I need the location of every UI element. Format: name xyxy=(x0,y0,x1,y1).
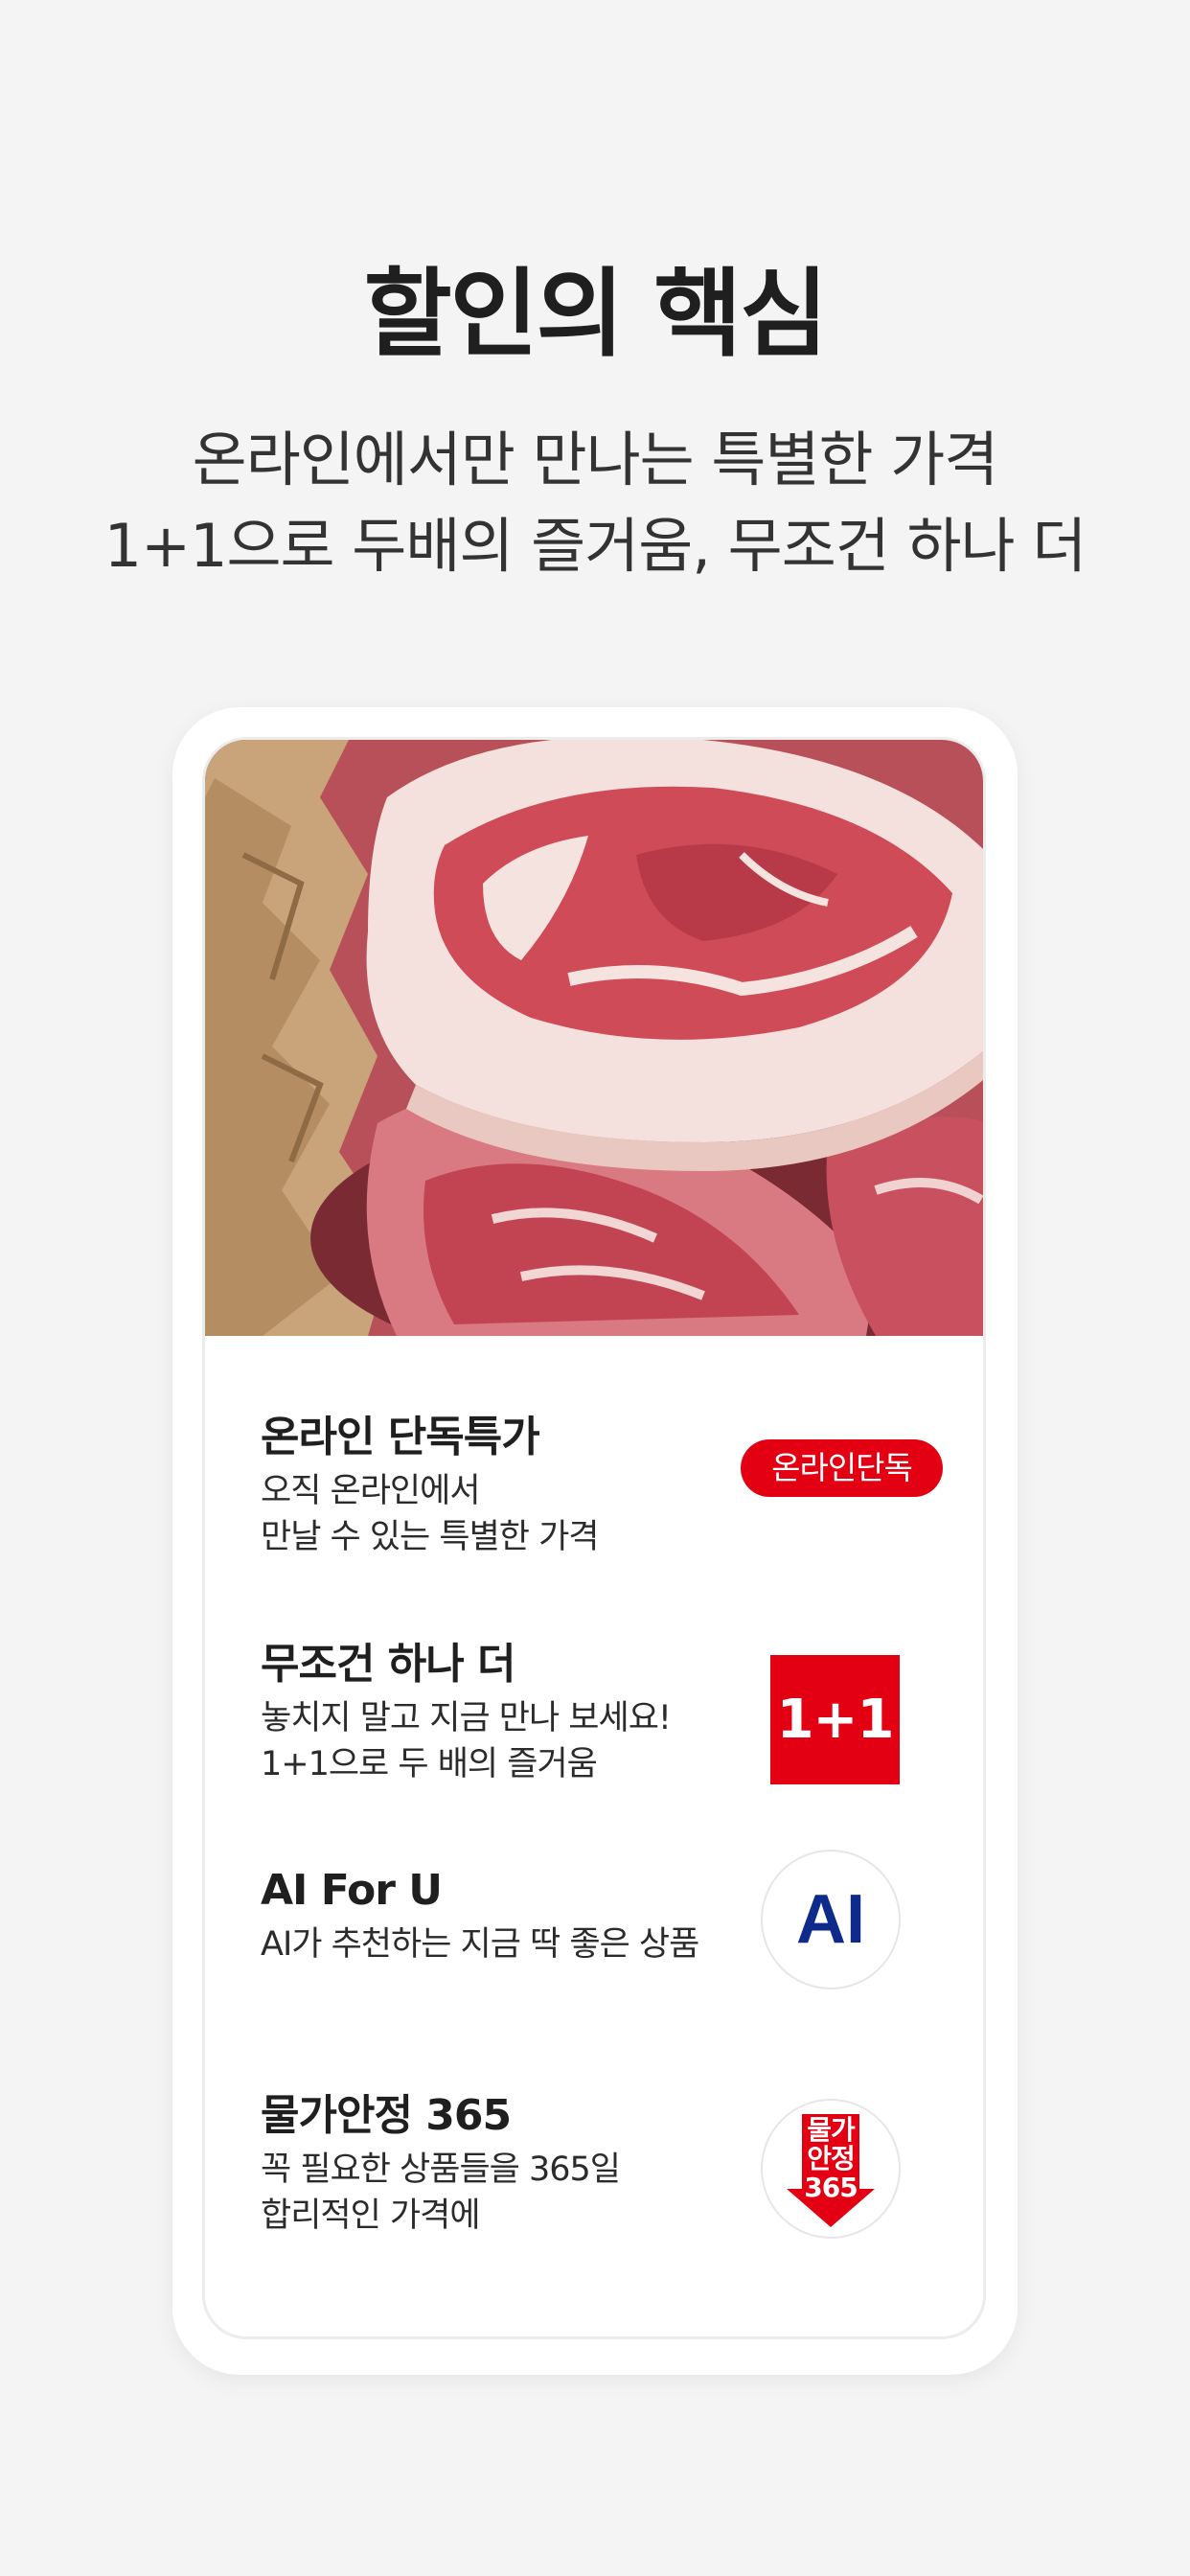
page-headline: 할인의 핵심 xyxy=(363,258,829,370)
badge-line-3: 365 xyxy=(804,2172,858,2203)
badge-line-2: 안정 xyxy=(807,2143,856,2174)
badge-line-1: 물가 xyxy=(807,2114,856,2146)
one-plus-one-badge: 1+1 xyxy=(770,1655,900,1784)
price-stability-arrow-icon: 물가 안정 365 xyxy=(761,2099,901,2239)
hero-meat-image xyxy=(205,740,983,1336)
feature-desc-line-2: 만날 수 있는 특별한 가격 xyxy=(261,1518,600,1556)
phone-mockup: 온라인 단독특가 오직 온라인에서 만날 수 있는 특별한 가격 온라인단독 무… xyxy=(172,707,1018,2375)
phone-screen: 온라인 단독특가 오직 온라인에서 만날 수 있는 특별한 가격 온라인단독 무… xyxy=(202,737,986,2339)
ai-badge-icon: AI xyxy=(761,1850,901,1990)
subheadline-line-1: 온라인에서만 만나는 특별한 가격 xyxy=(192,425,999,494)
subheadline-line-2: 1+1으로 두배의 즐거움, 무조건 하나 더 xyxy=(103,511,1087,581)
online-exclusive-badge: 온라인단독 xyxy=(741,1439,943,1497)
